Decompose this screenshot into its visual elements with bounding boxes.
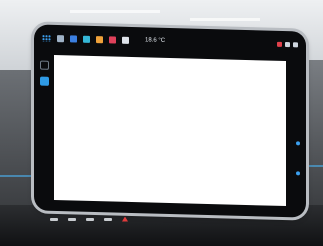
status-bar: 18.6 °C	[42, 31, 298, 52]
scroll-indicator[interactable]	[296, 141, 300, 146]
battery-icon	[285, 41, 290, 47]
hardware-button[interactable]	[50, 217, 58, 221]
ceiling-light	[70, 10, 160, 13]
ceiling-light	[190, 18, 260, 21]
hardware-buttons	[50, 214, 290, 224]
infotainment-display: 18.6 °C	[34, 24, 306, 218]
phone-icon[interactable]	[83, 35, 90, 43]
home-icon[interactable]	[96, 35, 103, 43]
hardware-button[interactable]	[86, 217, 94, 221]
car-interior-photo: 18.6 °C	[0, 0, 323, 246]
right-control-rail	[290, 71, 300, 201]
media-icon[interactable]	[70, 34, 77, 43]
hazard-icon[interactable]	[122, 216, 128, 222]
notification-icon	[293, 41, 298, 47]
back-icon[interactable]	[40, 60, 49, 70]
active-tab-icon[interactable]	[40, 76, 49, 86]
hardware-button[interactable]	[68, 217, 76, 221]
system-status-icons	[277, 41, 298, 47]
scroll-indicator[interactable]	[296, 171, 300, 176]
temperature-readout: 18.6 °C	[145, 37, 166, 44]
signal-icon	[277, 41, 282, 47]
redacted-content-area	[54, 54, 286, 207]
pin-icon[interactable]	[122, 36, 129, 44]
left-control-rail	[40, 49, 50, 199]
car-icon[interactable]	[57, 34, 64, 42]
music-icon[interactable]	[109, 35, 116, 44]
app-grid-icon[interactable]	[42, 34, 51, 42]
ambient-light-strip	[0, 175, 34, 177]
hardware-button[interactable]	[104, 217, 112, 221]
